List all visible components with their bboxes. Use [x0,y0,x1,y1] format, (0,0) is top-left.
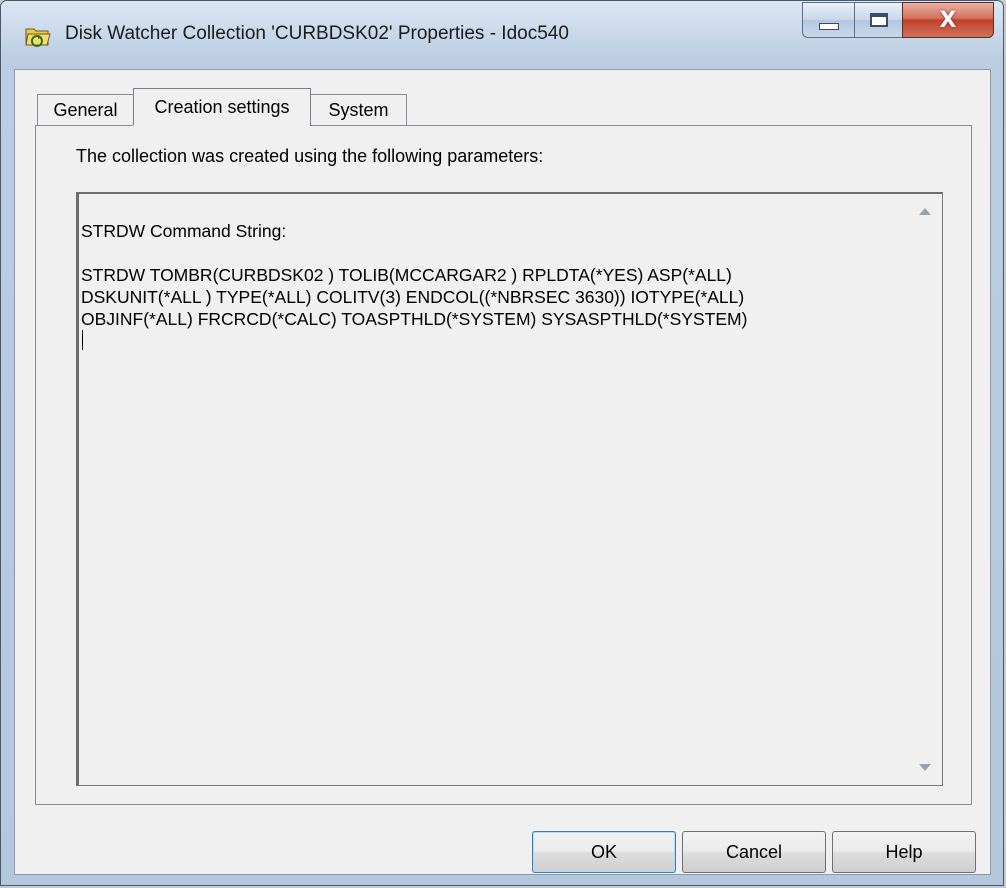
caption-buttons: X [802,2,994,40]
minimize-icon [818,22,839,30]
vertical-scrollbar[interactable] [908,194,942,785]
active-tab-joint [133,125,305,127]
tab-system[interactable]: System [310,94,407,126]
tab-creation-settings[interactable]: Creation settings [133,88,311,126]
minimize-button[interactable] [802,2,854,38]
folder-icon [25,28,51,47]
command-line-1: STRDW TOMBR(CURBDSK02 ) TOLIB(MCCARGAR2 … [81,265,732,285]
ok-button[interactable]: OK [532,831,676,873]
tab-general[interactable]: General [37,94,134,126]
dialog-client-area: General Creation settings System The col… [14,69,991,875]
command-header: STRDW Command String: [81,221,287,241]
text-caret [82,330,83,350]
command-line-3: OBJINF(*ALL) FRCRCD(*CALC) TOASPTHLD(*SY… [81,309,748,329]
tab-panel-creation-settings: The collection was created using the fol… [35,125,972,805]
properties-window: Disk Watcher Collection 'CURBDSK02' Prop… [0,0,1004,886]
command-text: STRDW Command String: STRDW TOMBR(CURBDS… [81,220,911,350]
scroll-down-arrow-icon[interactable] [919,764,931,771]
close-button[interactable]: X [902,2,994,38]
window-title: Disk Watcher Collection 'CURBDSK02' Prop… [65,23,569,44]
command-string-textarea[interactable]: STRDW Command String: STRDW TOMBR(CURBDS… [76,192,943,786]
intro-label: The collection was created using the fol… [76,146,544,166]
close-icon: X [939,7,957,33]
maximize-icon [869,13,888,27]
scroll-up-arrow-icon[interactable] [919,208,931,215]
title-bar[interactable]: Disk Watcher Collection 'CURBDSK02' Prop… [1,1,1003,69]
command-line-2: DSKUNIT(*ALL ) TYPE(*ALL) COLITV(3) ENDC… [81,287,745,307]
cancel-button[interactable]: Cancel [682,831,826,873]
maximize-button[interactable] [854,2,902,38]
help-button[interactable]: Help [832,831,976,873]
